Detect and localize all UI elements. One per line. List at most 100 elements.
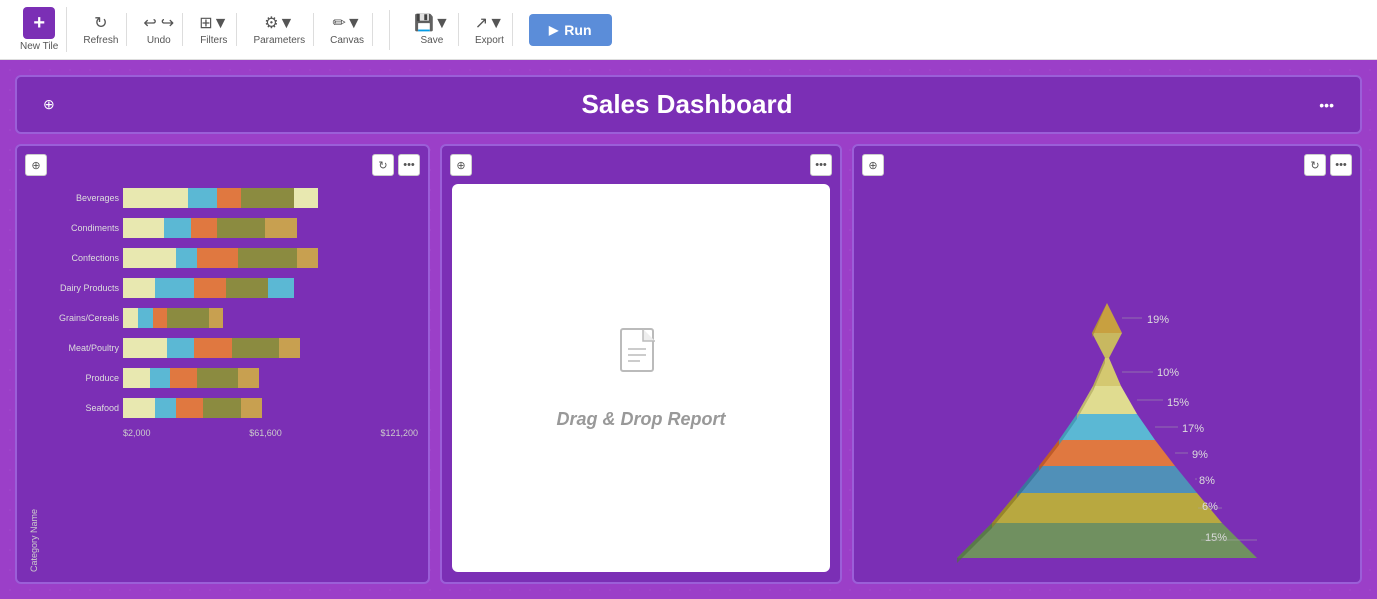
undo-button[interactable]: ↩ ↪ Undo [143,13,174,46]
bar-segment [167,308,208,328]
bar-segment [238,368,259,388]
refresh-icon: ↻ [94,13,107,33]
bar-label: Meat/Poultry [39,343,119,353]
divider [389,10,390,50]
pyramid-move[interactable]: ⊕ [862,154,884,176]
bar-segment [170,368,197,388]
x-label-mid: $61,600 [249,428,282,438]
save-button[interactable]: 💾▼ Save [414,13,450,46]
bar-segment [241,398,262,418]
new-tile-icon[interactable]: + [23,7,55,39]
title-more-button[interactable]: ••• [1313,95,1340,115]
bar-segment [167,338,194,358]
save-label: Save [421,35,444,46]
move-icon[interactable]: ⊕ [450,154,472,176]
table-row: Grains/Cereals [39,304,418,332]
bar-segments [123,248,418,268]
pyramid-pct-1: 19% [1147,314,1169,326]
move-icon[interactable]: ⊕ [25,154,47,176]
x-label-min: $2,000 [123,428,151,438]
bar-segment [123,368,150,388]
pyramid-refresh-button[interactable]: ↻ [1304,154,1326,176]
filters-button[interactable]: ⊞▼ Filters [199,13,228,46]
x-label-max: $121,200 [380,428,418,438]
canvas-group: ✏▼ Canvas [322,13,373,46]
new-tile-label: New Tile [20,41,58,52]
pyramid-pct-7: 6% [1202,501,1218,513]
bar-segments [123,338,418,358]
y-axis-label: Category Name [27,184,39,572]
canvas: ⊕ Sales Dashboard ••• ⊕ ↻ ••• Category N… [0,60,1377,599]
bar-label: Confections [39,253,119,263]
pyramid-more-button[interactable]: ••• [1330,154,1352,176]
bar-chart-more-button[interactable]: ••• [398,154,420,176]
drop-zone-move[interactable]: ⊕ [450,154,472,176]
table-row: Meat/Poultry [39,334,418,362]
run-button[interactable]: Run [529,14,611,46]
export-button[interactable]: ↗▼ Export [475,13,504,46]
bar-segment [150,368,171,388]
export-icon: ↗▼ [475,13,504,33]
bar-segment [217,188,241,208]
dashboard-title: Sales Dashboard [61,89,1314,120]
bar-label: Grains/Cereals [39,313,119,323]
pyramid-controls: ↻ ••• [1304,154,1352,176]
filters-label: Filters [200,35,227,46]
table-row: Beverages [39,184,418,212]
parameters-button[interactable]: ⚙▼ Parameters [253,13,305,46]
bar-segments [123,368,418,388]
toolbar: + New Tile ↻ Refresh ↩ ↪ Undo ⊞▼ Filters… [0,0,1377,60]
refresh-label: Refresh [83,35,118,46]
undo-icon: ↩ [143,13,156,33]
drop-zone-more-button[interactable]: ••• [810,154,832,176]
export-label: Export [475,35,504,46]
bar-segment [164,218,191,238]
bar-label: Beverages [39,193,119,203]
bar-chart-refresh-button[interactable]: ↻ [372,154,394,176]
bar-segment [123,248,176,268]
bar-chart-move[interactable]: ⊕ [25,154,47,176]
run-group: Run [529,14,611,46]
canvas-label: Canvas [330,35,364,46]
bar-segment [123,188,188,208]
bar-segment [197,248,238,268]
title-move-button[interactable]: ⊕ [37,94,61,115]
filters-group: ⊞▼ Filters [191,13,237,46]
drop-zone-panel[interactable]: ⊕ ••• Drag & Drop Report [440,144,842,584]
table-row: Dairy Products [39,274,418,302]
new-tile-button[interactable]: + New Tile [20,7,58,52]
save-icon: 💾▼ [414,13,450,33]
bar-segment [238,248,297,268]
parameters-icon: ⚙▼ [264,13,294,33]
bar-segment [241,188,294,208]
canvas-button[interactable]: ✏▼ Canvas [330,13,364,46]
pyramid-chart-panel: ⊕ ↻ ••• [852,144,1362,584]
drop-zone-text: Drag & Drop Report [556,409,725,430]
bar-segment [197,368,238,388]
bar-segments [123,218,418,238]
bar-chart-controls: ↻ ••• [372,154,420,176]
undo-group: ↩ ↪ Undo [135,13,183,46]
bar-segment [155,398,176,418]
bar-segments [123,398,418,418]
refresh-button[interactable]: ↻ Refresh [83,13,118,46]
bar-segment [294,188,318,208]
move-icon[interactable]: ⊕ [862,154,884,176]
parameters-label: Parameters [253,35,305,46]
x-axis: $2,000 $61,600 $121,200 [39,428,418,438]
pyramid-pct-3: 15% [1167,397,1189,409]
bar-segment [123,398,155,418]
redo-icon: ↪ [161,13,174,33]
table-row: Condiments [39,214,418,242]
refresh-group: ↻ Refresh [75,13,127,46]
bar-segment [138,308,153,328]
charts-row: ⊕ ↻ ••• Category Name Beverages [15,144,1362,584]
canvas-icon: ✏▼ [332,13,361,33]
bar-label: Condiments [39,223,119,233]
drop-zone-inner[interactable]: Drag & Drop Report [452,184,830,572]
bar-chart-panel: ⊕ ↻ ••• Category Name Beverages [15,144,430,584]
bar-segment [232,338,279,358]
parameters-group: ⚙▼ Parameters [245,13,314,46]
bar-segment [123,308,138,328]
bar-segment [188,188,218,208]
